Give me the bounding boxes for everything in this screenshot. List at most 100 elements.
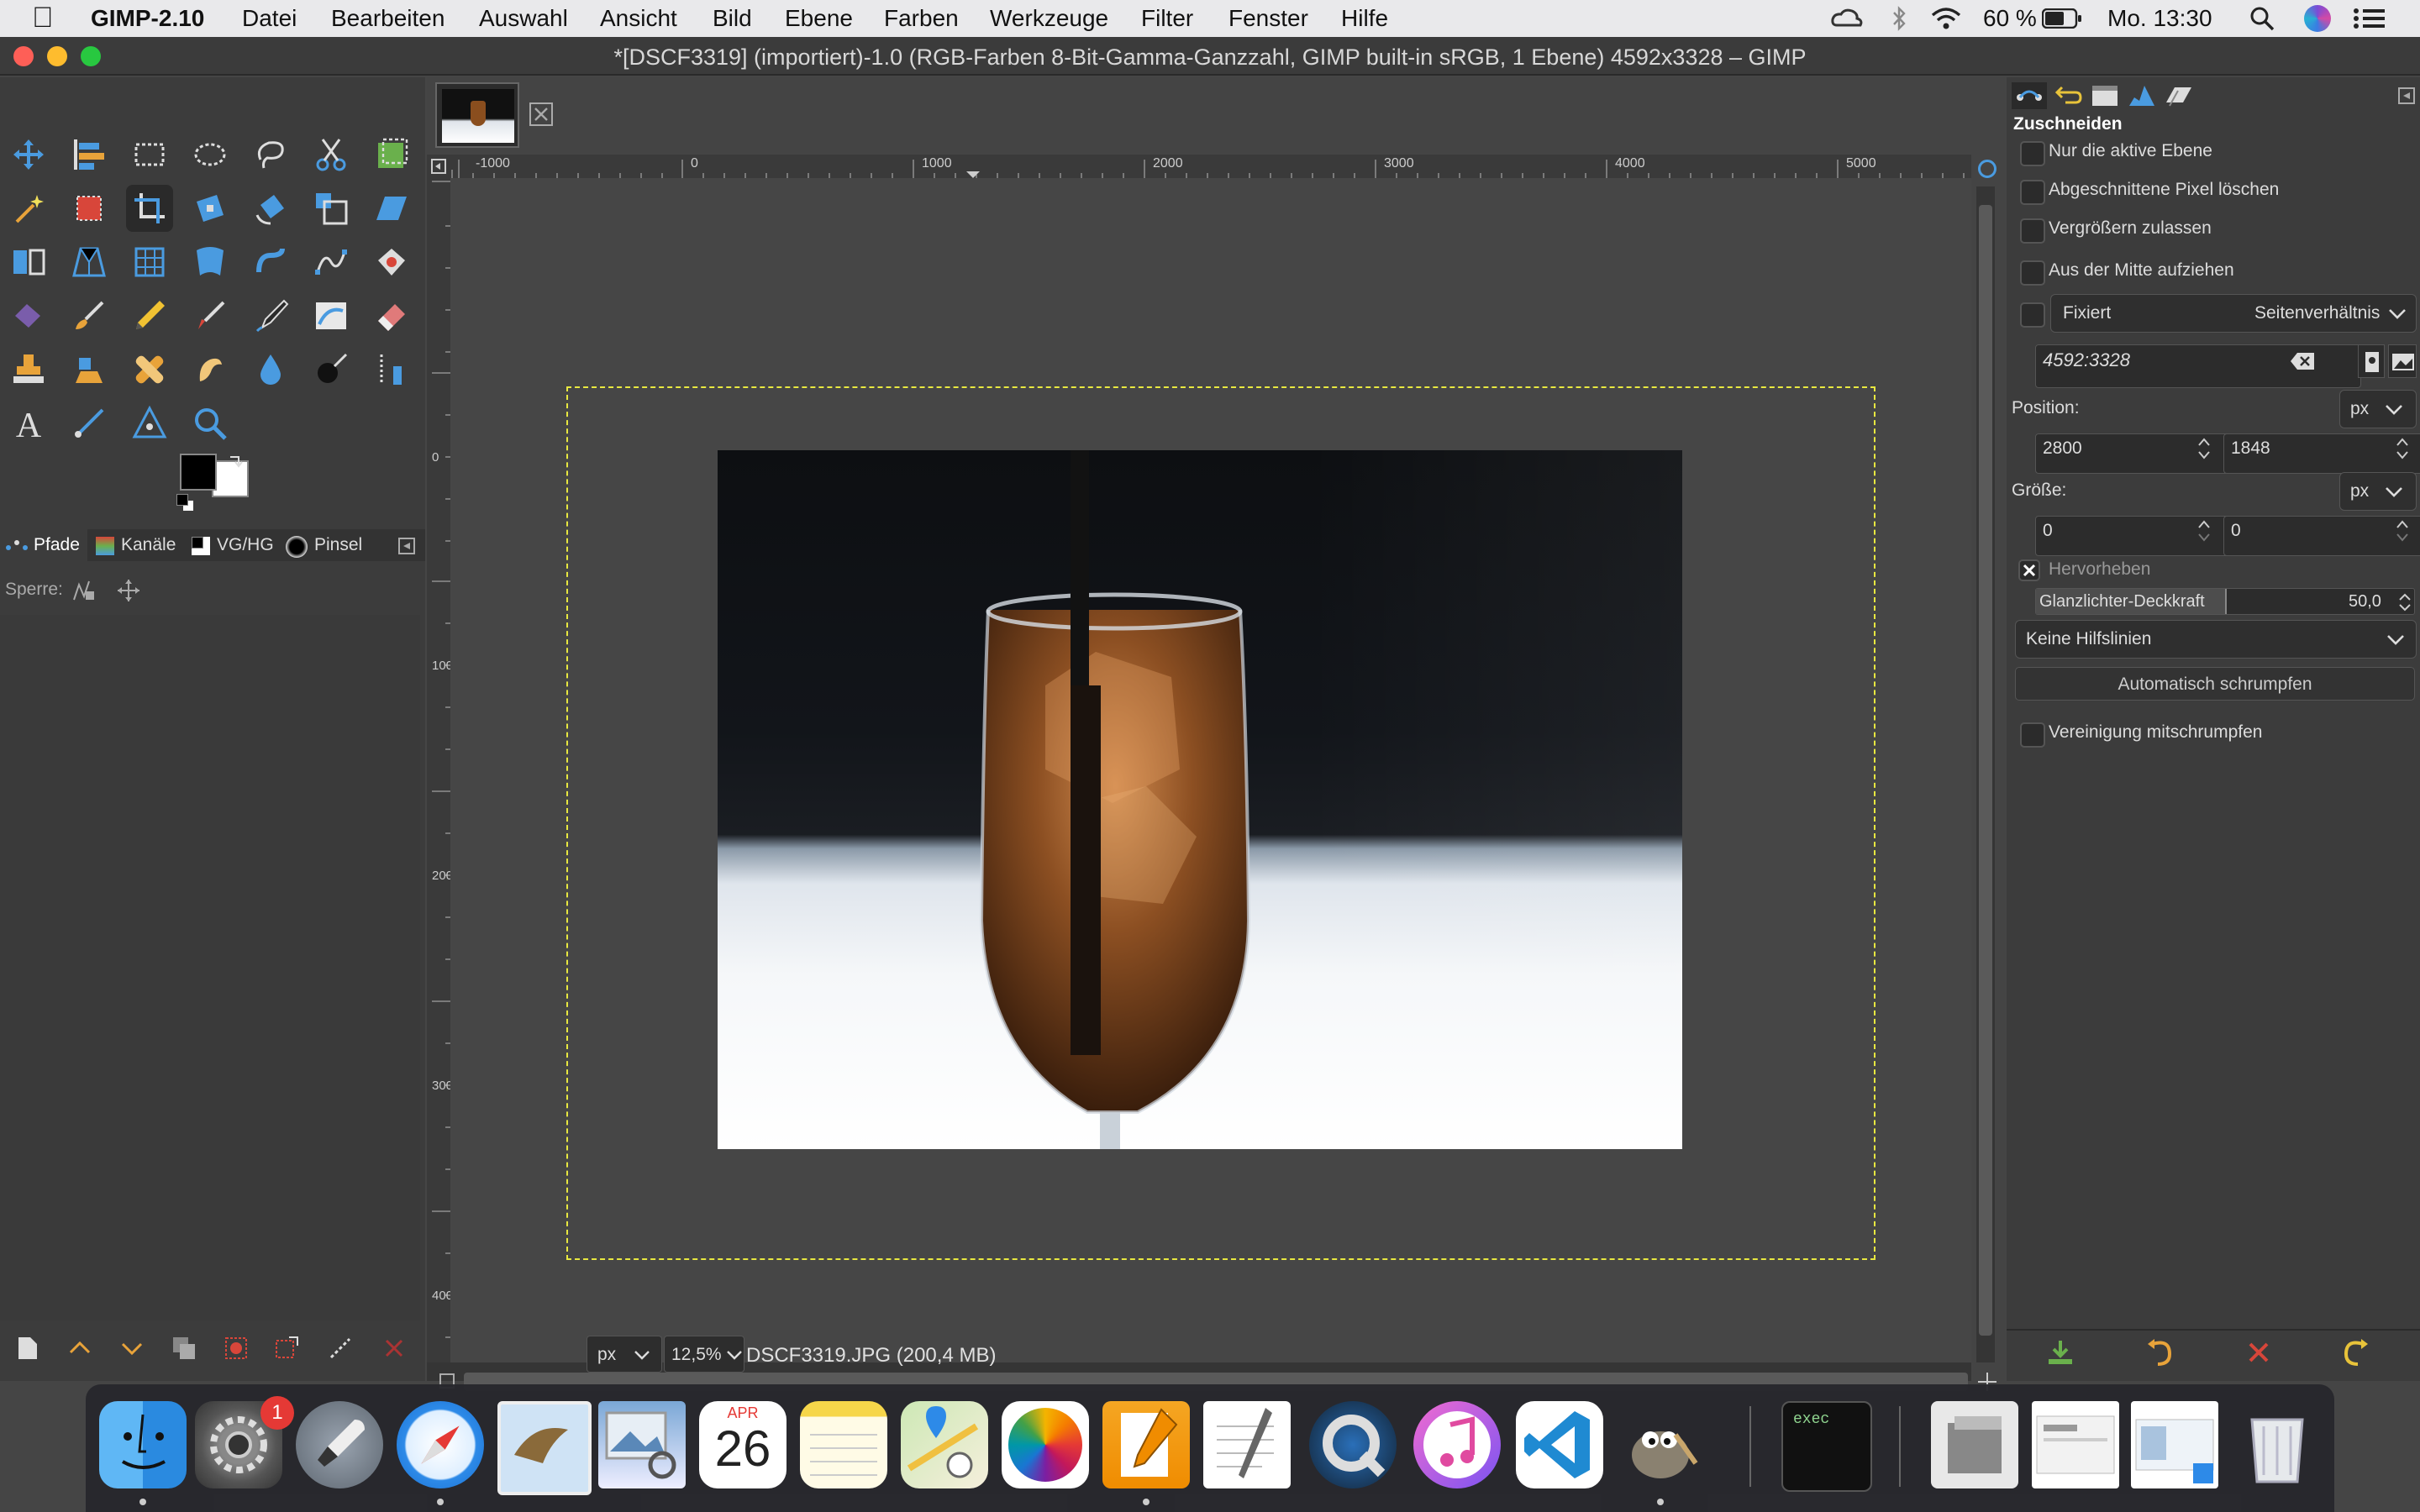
- size-unit-select[interactable]: px: [2339, 472, 2417, 511]
- finder-icon[interactable]: [99, 1401, 187, 1488]
- layers-tab-icon[interactable]: [2163, 82, 2195, 109]
- screenshot-stack-icon[interactable]: [2032, 1401, 2119, 1488]
- flip-tool-icon[interactable]: [5, 239, 52, 286]
- zoom-window-button[interactable]: [81, 46, 101, 66]
- clear-ratio-icon[interactable]: [2289, 349, 2317, 373]
- menu-hilfe[interactable]: Hilfe: [1341, 5, 1388, 32]
- menu-farben[interactable]: Farben: [884, 5, 959, 32]
- preview-icon[interactable]: [598, 1401, 686, 1488]
- creative-cloud-icon[interactable]: [1830, 7, 1864, 30]
- text-tool-icon[interactable]: A: [5, 400, 52, 447]
- notes-icon[interactable]: [800, 1401, 887, 1488]
- heal-tool-icon[interactable]: [126, 346, 173, 393]
- lock-position-icon[interactable]: [116, 578, 141, 603]
- clone-tool-icon[interactable]: [5, 346, 52, 393]
- gegl-operation-tool-icon[interactable]: [66, 400, 113, 447]
- warp-transform-tool-icon[interactable]: [187, 239, 234, 286]
- horizontal-ruler[interactable]: -1000 0 1000 2000 3000 4000 5000: [450, 155, 1971, 178]
- canvas-area[interactable]: [450, 178, 1971, 1362]
- launchpad-icon[interactable]: [296, 1401, 383, 1488]
- foreground-select-tool-icon[interactable]: [368, 131, 415, 178]
- right-panel-menu-icon[interactable]: [2398, 87, 2415, 104]
- image-layer[interactable]: [718, 450, 1682, 1149]
- default-colors-icon[interactable]: [176, 494, 195, 512]
- menu-ebene[interactable]: Ebene: [785, 5, 853, 32]
- rect-select-tool-icon[interactable]: [126, 131, 173, 178]
- smudge-tool-icon[interactable]: [187, 346, 234, 393]
- paths-select-tool-icon[interactable]: [126, 400, 173, 447]
- minimize-window-button[interactable]: [47, 46, 67, 66]
- downloads-stack-icon[interactable]: [2131, 1401, 2218, 1488]
- vertical-scrollbar[interactable]: [1976, 186, 1995, 1362]
- save-tool-preset-icon[interactable]: [2045, 1337, 2075, 1368]
- blur-tool-icon[interactable]: [247, 346, 294, 393]
- size-width-spinner-icon[interactable]: [2196, 517, 2212, 544]
- auto-shrink-button[interactable]: Automatisch schrumpfen: [2015, 667, 2415, 701]
- shear-tool-icon[interactable]: [368, 185, 415, 232]
- landscape-button[interactable]: [2388, 344, 2417, 378]
- exec-terminal-icon[interactable]: exec: [1781, 1401, 1872, 1492]
- itunes-icon[interactable]: [1413, 1401, 1501, 1488]
- close-window-button[interactable]: [13, 46, 34, 66]
- images-tab-icon[interactable]: [2089, 82, 2121, 109]
- clock[interactable]: Mo. 13:30: [2107, 5, 2212, 32]
- delete-tool-preset-icon[interactable]: [2244, 1337, 2274, 1368]
- foreground-color-swatch[interactable]: [180, 454, 217, 491]
- shrink-merged-checkbox[interactable]: [2020, 722, 2045, 748]
- allow-growing-checkbox[interactable]: [2020, 218, 2045, 244]
- restore-tool-preset-icon[interactable]: [2144, 1337, 2175, 1368]
- photos-icon[interactable]: [1002, 1401, 1089, 1488]
- menu-werkzeuge[interactable]: Werkzeuge: [990, 5, 1108, 32]
- menu-datei[interactable]: Datei: [242, 5, 297, 32]
- scissors-tool-icon[interactable]: [308, 131, 355, 178]
- textedit-icon[interactable]: [1203, 1401, 1291, 1488]
- paintbrush-tool-icon[interactable]: [66, 292, 113, 339]
- portrait-button[interactable]: [2358, 344, 2385, 378]
- menu-filter[interactable]: Filter: [1141, 5, 1193, 32]
- eraser-tool-icon[interactable]: [368, 292, 415, 339]
- image-tab[interactable]: [435, 82, 519, 148]
- notification-center-icon[interactable]: [2353, 7, 2386, 30]
- unified-transform-tool-icon[interactable]: [187, 185, 234, 232]
- menu-auswahl[interactable]: Auswahl: [479, 5, 568, 32]
- menu-fenster[interactable]: Fenster: [1228, 5, 1308, 32]
- crop-tool-icon[interactable]: [126, 185, 173, 232]
- delete-path-icon[interactable]: [381, 1336, 407, 1361]
- fixed-checkbox[interactable]: [2020, 302, 2045, 328]
- tab-pfade[interactable]: Pfade: [0, 529, 87, 561]
- vscode-icon[interactable]: [1516, 1401, 1603, 1488]
- zoom-tool-icon[interactable]: [187, 400, 234, 447]
- tab-vghg[interactable]: VG/HG: [187, 529, 281, 561]
- pencil-tool-icon[interactable]: [126, 292, 173, 339]
- menu-ansicht[interactable]: Ansicht: [600, 5, 677, 32]
- trash-icon[interactable]: [2233, 1401, 2321, 1488]
- align-tool-icon[interactable]: [66, 131, 113, 178]
- swap-colors-icon[interactable]: [227, 452, 244, 469]
- unit-select[interactable]: px: [587, 1336, 662, 1373]
- handle-transform-tool-icon[interactable]: [247, 239, 294, 286]
- fuzzy-select-tool-icon[interactable]: [5, 185, 52, 232]
- histogram-tab-icon[interactable]: [2126, 82, 2158, 109]
- paths-tool-icon[interactable]: [308, 239, 355, 286]
- spotlight-search-icon[interactable]: [2249, 5, 2275, 32]
- ink-tool-icon[interactable]: [247, 292, 294, 339]
- perspective-clone-tool-icon[interactable]: [66, 346, 113, 393]
- maps-icon[interactable]: [901, 1401, 988, 1488]
- pages-icon[interactable]: [1102, 1401, 1190, 1488]
- stroke-path-icon[interactable]: [328, 1336, 353, 1361]
- paths-list[interactable]: [0, 615, 420, 1320]
- safari-icon[interactable]: [397, 1401, 484, 1488]
- selection-to-path-icon[interactable]: [274, 1336, 299, 1361]
- move-tool-icon[interactable]: [5, 131, 52, 178]
- battery-icon[interactable]: [2042, 8, 2082, 29]
- menu-bild[interactable]: Bild: [713, 5, 752, 32]
- tab-pinsel[interactable]: Pinsel: [282, 529, 375, 561]
- navigate-icon[interactable]: [1978, 160, 1996, 178]
- apple-icon[interactable]: : [32, 2, 54, 34]
- expand-from-center-checkbox[interactable]: [2020, 260, 2045, 286]
- menu-bearbeiten[interactable]: Bearbeiten: [331, 5, 445, 32]
- close-image-tab-icon[interactable]: [529, 102, 553, 126]
- ellipse-select-tool-icon[interactable]: [187, 131, 234, 178]
- calendar-icon[interactable]: APR 26: [699, 1401, 786, 1488]
- perspective-tool-icon[interactable]: [66, 239, 113, 286]
